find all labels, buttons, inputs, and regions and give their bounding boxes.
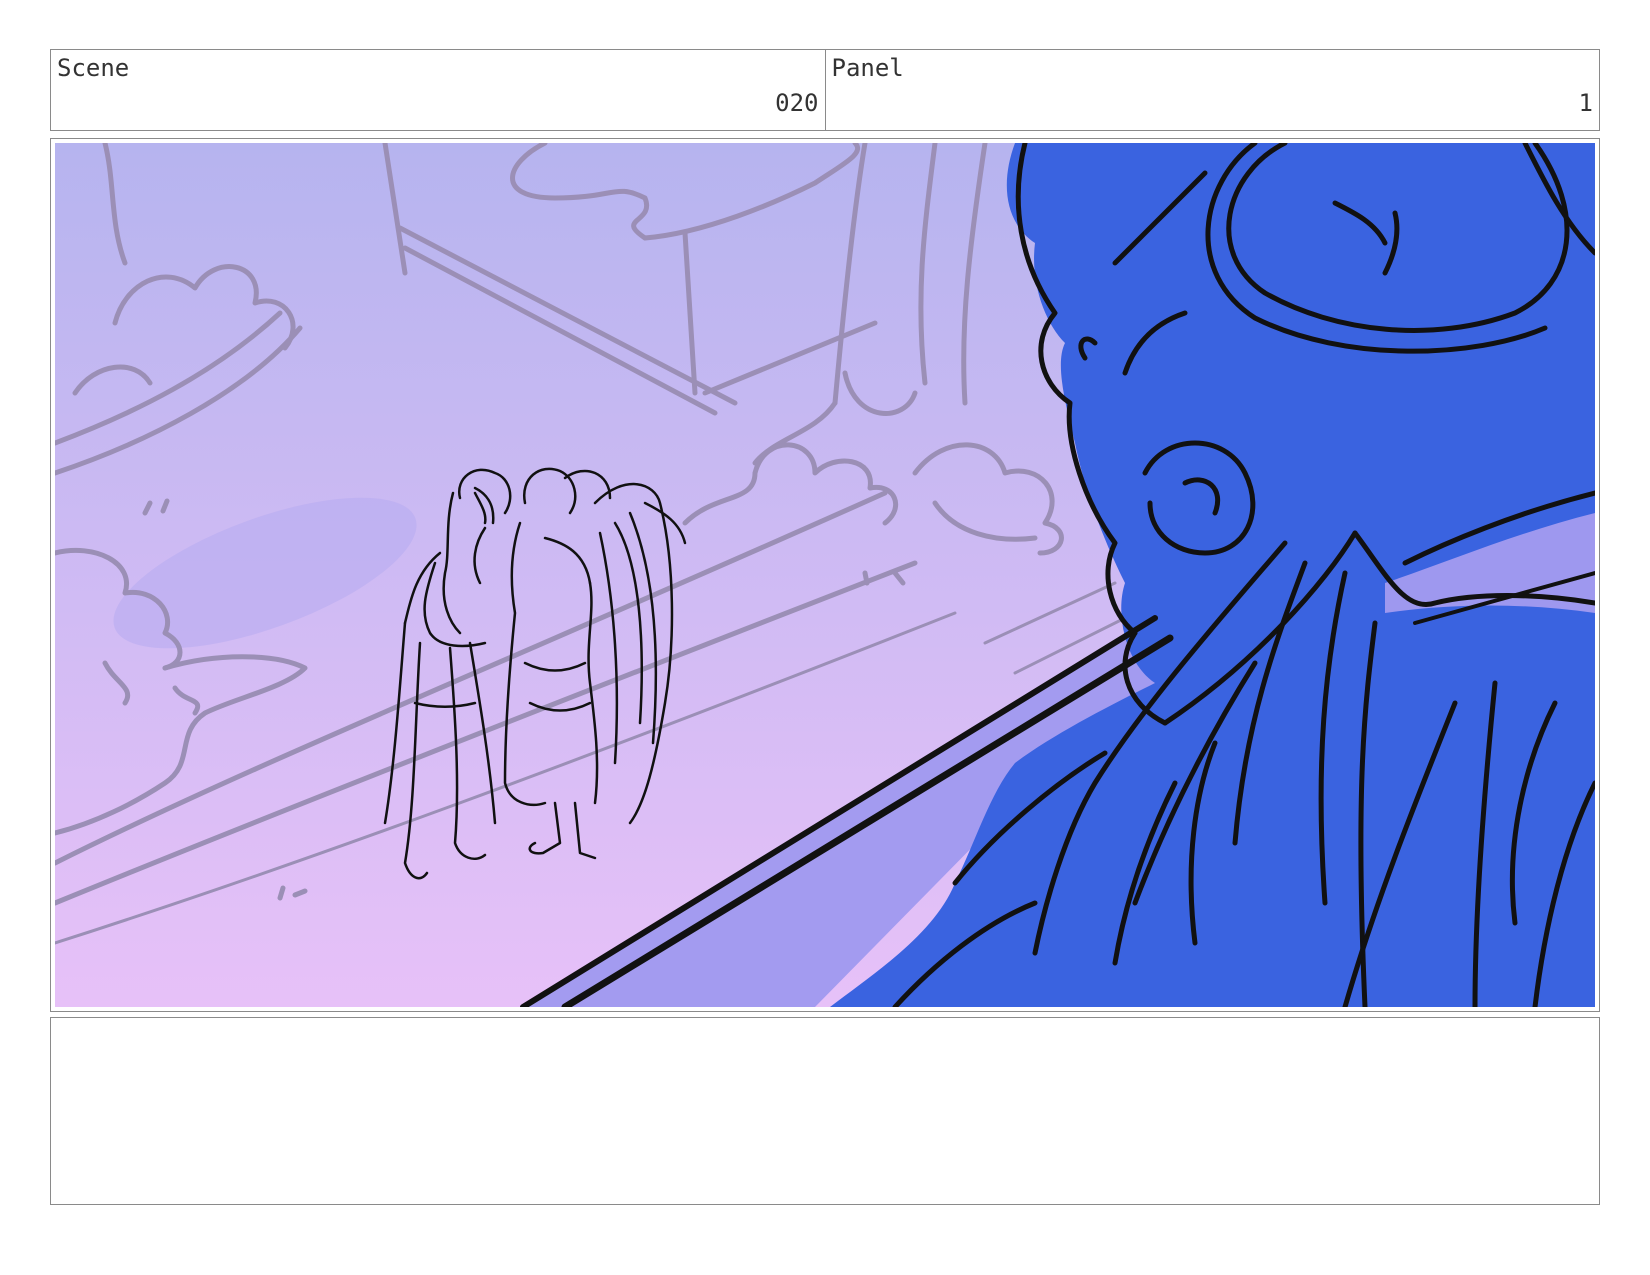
panel-illustration: [55, 143, 1595, 1007]
header-bar: Scene 020 Panel 1: [50, 49, 1600, 131]
notes-box: [50, 1017, 1600, 1205]
panel-cell: Panel 1: [824, 50, 1600, 130]
panel-label: Panel: [831, 54, 904, 82]
panel-number: 1: [1578, 89, 1593, 117]
scene-cell: Scene 020: [51, 50, 825, 130]
scene-label: Scene: [57, 54, 130, 82]
scene-number: 020: [775, 89, 819, 117]
panel-artwork: [55, 143, 1595, 1007]
storyboard-panel: [50, 138, 1600, 1012]
